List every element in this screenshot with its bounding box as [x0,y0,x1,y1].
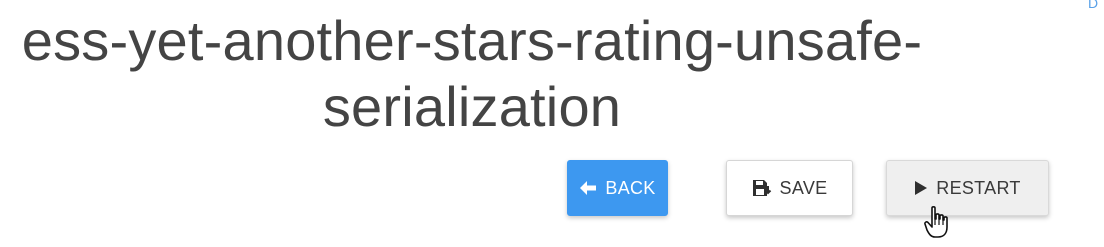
save-button-label: SAVE [779,177,828,198]
back-button[interactable]: BACK [567,160,668,216]
back-button-label: BACK [605,177,656,198]
restart-button-label: RESTART [936,177,1021,198]
arrow-left-icon [579,180,597,196]
page-title-line-2: serialization [322,75,622,138]
page-title: ess-yet-another-stars-rating-unsafe- ser… [0,8,972,140]
hand-pointer-icon [924,206,948,238]
save-icon [752,179,772,197]
corner-link-fragment[interactable]: D [1088,0,1098,10]
page-title-line-1: ess-yet-another-stars-rating-unsafe- [21,9,923,72]
save-button[interactable]: SAVE [726,160,853,216]
page: D ess-yet-another-stars-rating-unsafe- s… [0,0,1104,247]
restart-button[interactable]: RESTART [886,160,1049,216]
play-icon [914,180,928,196]
